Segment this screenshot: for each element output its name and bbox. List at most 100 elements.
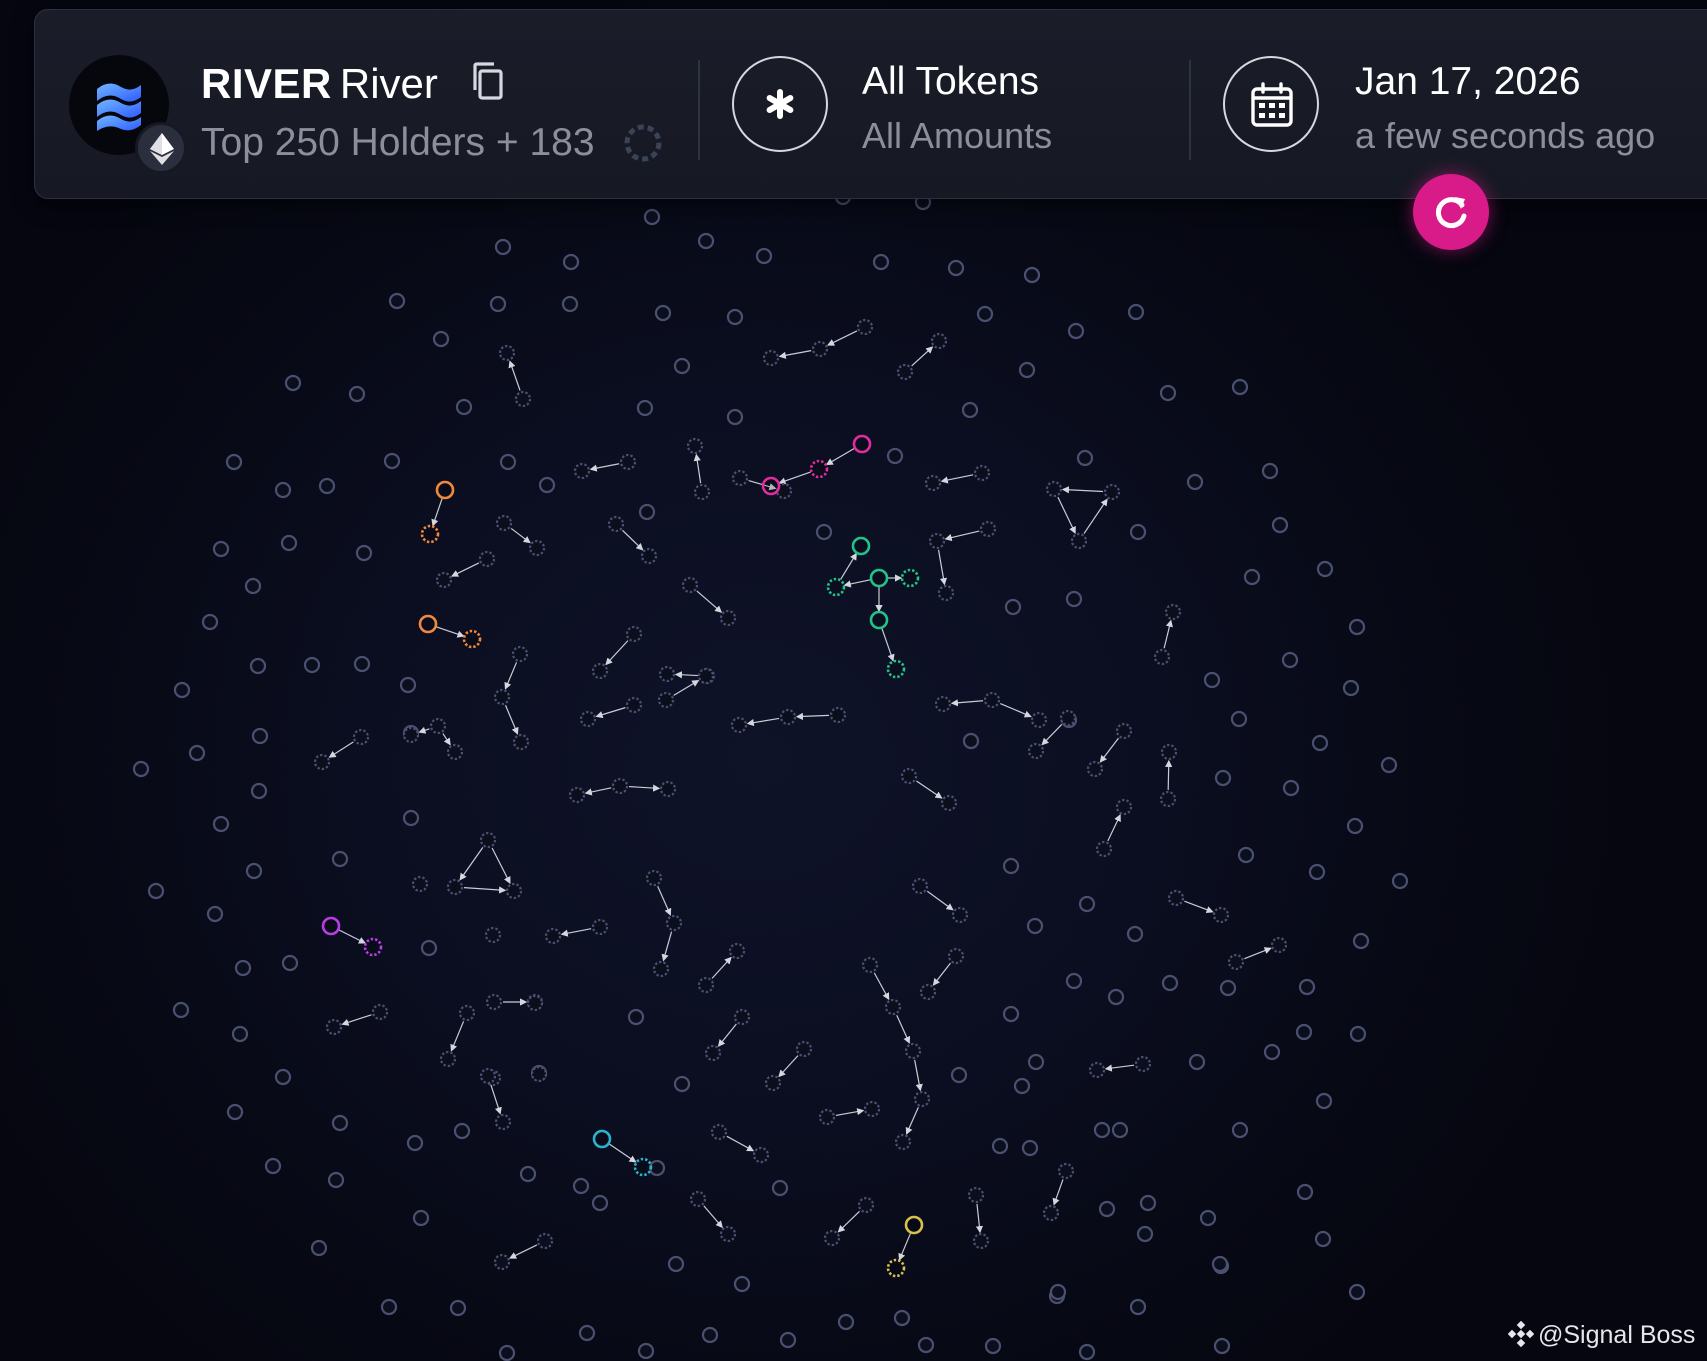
holder-node[interactable]	[331, 850, 349, 868]
date-picker-button[interactable]	[1223, 56, 1319, 152]
holder-node[interactable]	[1139, 1194, 1157, 1212]
holder-node[interactable]	[1231, 1121, 1249, 1139]
holder-node[interactable]	[281, 954, 299, 972]
holder-node[interactable]	[1098, 1200, 1116, 1218]
holder-node[interactable]	[947, 259, 965, 277]
holder-node[interactable]	[212, 815, 230, 833]
linked-holder-node[interactable]	[544, 927, 562, 945]
linked-holder-node[interactable]	[719, 1225, 737, 1243]
holder-node[interactable]	[455, 398, 473, 416]
holder-node[interactable]	[673, 1075, 691, 1093]
holder-node[interactable]	[1380, 756, 1398, 774]
holder-node[interactable]	[331, 1114, 349, 1132]
linked-holder-node[interactable]	[934, 695, 952, 713]
linked-holder-node[interactable]	[857, 1196, 875, 1214]
filter-button[interactable]	[732, 56, 828, 152]
linked-holder-node[interactable]	[484, 926, 502, 944]
holder-node[interactable]	[771, 1179, 789, 1197]
holder-node[interactable]	[399, 676, 417, 694]
holder-node[interactable]	[412, 1209, 430, 1227]
holder-node[interactable]	[638, 503, 656, 521]
holder-node[interactable]	[1126, 925, 1144, 943]
linked-holder-node[interactable]	[704, 1044, 722, 1062]
holder-node[interactable]	[1295, 1023, 1313, 1041]
highlighted-holder-node[interactable]	[900, 568, 920, 588]
token-filter-label[interactable]: All Tokens	[862, 56, 1039, 108]
holder-node[interactable]	[348, 385, 366, 403]
linked-holder-node[interactable]	[505, 882, 523, 900]
linked-holder-node[interactable]	[795, 1040, 813, 1058]
linked-holder-node[interactable]	[607, 515, 625, 533]
holder-node[interactable]	[206, 905, 224, 923]
linked-holder-node[interactable]	[924, 474, 942, 492]
linked-holder-node[interactable]	[498, 344, 516, 362]
holder-node[interactable]	[538, 476, 556, 494]
linked-holder-node[interactable]	[446, 878, 464, 896]
linked-holder-node[interactable]	[733, 1008, 751, 1026]
holder-node[interactable]	[1093, 1121, 1111, 1139]
linked-holder-node[interactable]	[1103, 483, 1121, 501]
holder-node[interactable]	[1237, 846, 1255, 864]
holder-node[interactable]	[1391, 872, 1409, 890]
holder-node[interactable]	[1159, 384, 1177, 402]
linked-holder-node[interactable]	[1088, 1061, 1106, 1079]
holder-node[interactable]	[1065, 972, 1083, 990]
linked-holder-node[interactable]	[697, 667, 715, 685]
holder-node[interactable]	[1023, 266, 1041, 284]
holder-node[interactable]	[519, 1165, 537, 1183]
linked-holder-node[interactable]	[689, 1190, 707, 1208]
linked-holder-node[interactable]	[693, 483, 711, 501]
linked-holder-node[interactable]	[591, 662, 609, 680]
holder-node[interactable]	[1136, 1225, 1154, 1243]
linked-holder-node[interactable]	[919, 983, 937, 1001]
linked-holder-node[interactable]	[1134, 1055, 1152, 1073]
linked-holder-node[interactable]	[1153, 648, 1171, 666]
linked-holder-node[interactable]	[973, 464, 991, 482]
linked-holder-node[interactable]	[731, 469, 749, 487]
linked-holder-node[interactable]	[1070, 532, 1088, 550]
amount-filter-label[interactable]: All Amounts	[862, 111, 1052, 161]
holder-node[interactable]	[250, 782, 268, 800]
linked-holder-node[interactable]	[1270, 936, 1288, 954]
linked-holder-node[interactable]	[1045, 480, 1063, 498]
linked-holder-node[interactable]	[951, 906, 969, 924]
linked-holder-node[interactable]	[485, 993, 503, 1011]
holder-node[interactable]	[499, 453, 517, 471]
holder-node[interactable]	[1002, 1005, 1020, 1023]
linked-holder-node[interactable]	[972, 1232, 990, 1250]
holder-node[interactable]	[1315, 1092, 1333, 1110]
holder-node[interactable]	[420, 939, 438, 957]
holder-node[interactable]	[1013, 1077, 1031, 1095]
holder-node[interactable]	[917, 1336, 935, 1354]
holder-node[interactable]	[244, 577, 262, 595]
holder-node[interactable]	[1261, 462, 1279, 480]
linked-holder-node[interactable]	[528, 539, 546, 557]
holder-node[interactable]	[1348, 618, 1366, 636]
holder-node[interactable]	[815, 523, 833, 541]
linked-holder-node[interactable]	[983, 691, 1001, 709]
highlighted-holder-node[interactable]	[809, 459, 829, 479]
holder-node[interactable]	[961, 401, 979, 419]
linked-holder-node[interactable]	[371, 1003, 389, 1021]
linked-holder-node[interactable]	[1167, 889, 1185, 907]
linked-holder-node[interactable]	[884, 998, 902, 1016]
holder-node[interactable]	[779, 1331, 797, 1349]
linked-holder-node[interactable]	[856, 318, 874, 336]
holder-node[interactable]	[245, 862, 263, 880]
linked-holder-node[interactable]	[536, 1232, 554, 1250]
linked-holder-node[interactable]	[730, 716, 748, 734]
linked-holder-node[interactable]	[493, 688, 511, 706]
highlighted-holder-node[interactable]	[869, 568, 889, 588]
holder-node[interactable]	[1296, 1183, 1314, 1201]
holder-node[interactable]	[280, 534, 298, 552]
highlighted-holder-node[interactable]	[633, 1157, 653, 1177]
holder-node[interactable]	[1214, 769, 1232, 787]
holder-node[interactable]	[673, 357, 691, 375]
holder-node[interactable]	[1213, 1337, 1231, 1355]
holder-node[interactable]	[637, 1342, 655, 1360]
holder-node[interactable]	[303, 656, 321, 674]
linked-holder-node[interactable]	[818, 1108, 836, 1126]
holder-node[interactable]	[636, 399, 654, 417]
holder-node[interactable]	[1281, 651, 1299, 669]
holder-node[interactable]	[755, 247, 773, 265]
